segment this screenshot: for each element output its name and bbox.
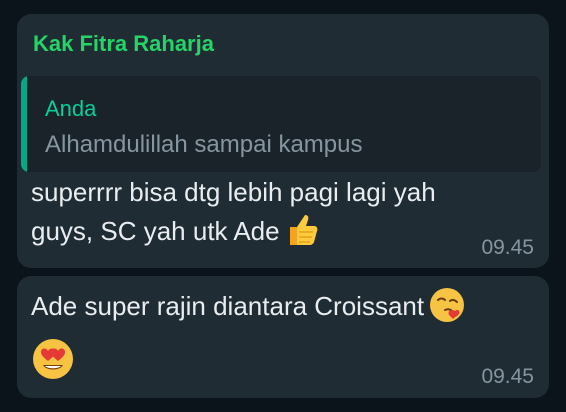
message-bubble[interactable]: Ade super rajin diantara Croissant 09.45 xyxy=(17,276,549,398)
message-text-content: guys, SC yah utk Ade xyxy=(31,216,280,246)
message-text-content: Ade super rajin diantara Croissant xyxy=(31,291,425,321)
quote-accent-bar xyxy=(21,76,27,172)
message-text-line: superrrr bisa dtg lebih pagi lagi yah xyxy=(31,177,436,207)
thumbs-up-icon xyxy=(284,211,320,249)
message-text-line: Ade super rajin diantara Croissant xyxy=(31,287,466,327)
message-timestamp: 09.45 xyxy=(481,236,534,259)
quoted-message[interactable]: Anda Alhamdulillah sampai kampus xyxy=(21,76,541,172)
message-text-line: guys, SC yah utk Ade xyxy=(31,212,320,252)
face-blowing-kiss-icon xyxy=(428,286,466,324)
message-bubble[interactable]: Kak Fitra Raharja Anda Alhamdulillah sam… xyxy=(17,14,549,268)
sender-name[interactable]: Kak Fitra Raharja xyxy=(33,31,214,57)
quote-author: Anda xyxy=(45,96,97,121)
quote-text: Alhamdulillah sampai kampus xyxy=(45,131,363,158)
message-timestamp: 09.45 xyxy=(481,365,534,388)
heart-eyes-icon xyxy=(31,337,75,381)
